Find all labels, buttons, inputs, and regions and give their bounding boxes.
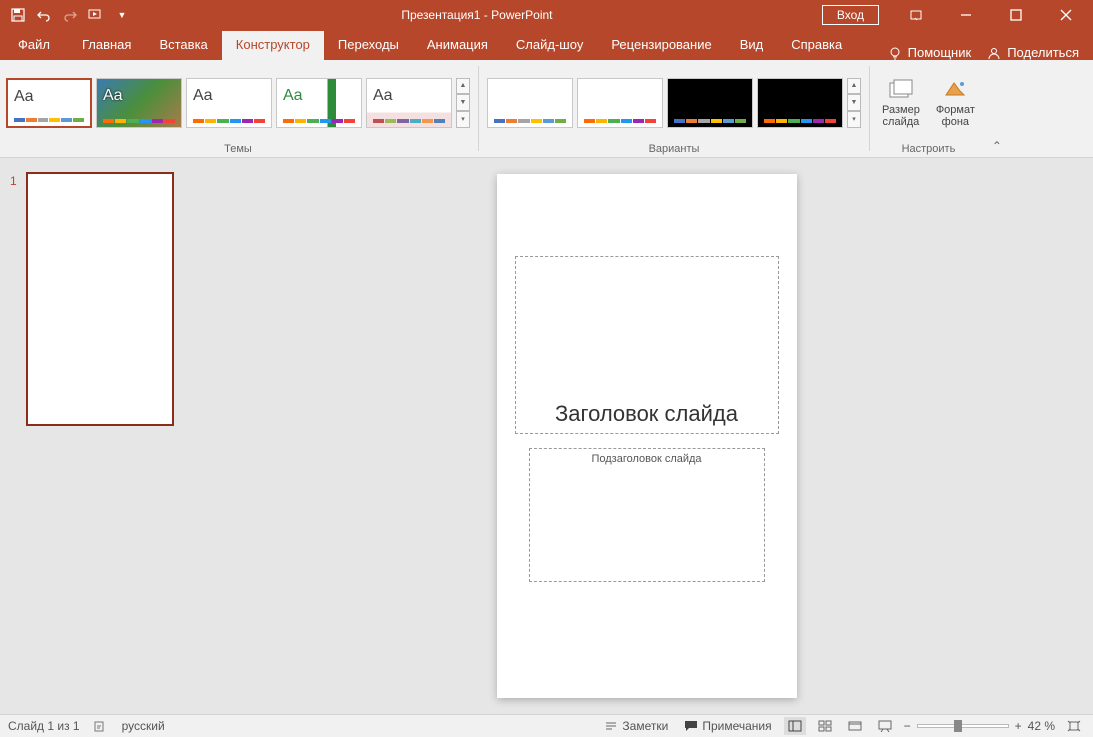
- theme-swatch: [193, 119, 265, 123]
- login-button[interactable]: Вход: [822, 5, 879, 25]
- tab-file[interactable]: Файл: [0, 31, 68, 60]
- variant-2[interactable]: [577, 78, 663, 128]
- undo-icon[interactable]: [34, 5, 54, 25]
- format-bg-icon: [941, 78, 969, 102]
- notes-button[interactable]: Заметки: [600, 719, 672, 733]
- tab-review[interactable]: Рецензирование: [597, 31, 725, 60]
- theme-4[interactable]: Aa: [276, 78, 362, 128]
- title-placeholder-text: Заголовок слайда: [555, 401, 738, 427]
- slide-size-icon: [887, 78, 915, 102]
- variants-gallery-scroll: ▲ ▼ ▾: [847, 78, 861, 128]
- comments-icon: [684, 720, 698, 732]
- tab-insert[interactable]: Вставка: [145, 31, 221, 60]
- variant-swatch: [494, 119, 566, 123]
- theme-2[interactable]: Aa: [96, 78, 182, 128]
- themes-gallery-scroll: ▲ ▼ ▾: [456, 78, 470, 128]
- tell-me-button[interactable]: Помощник: [888, 45, 972, 60]
- close-icon[interactable]: [1043, 0, 1089, 30]
- theme-swatch: [103, 119, 175, 123]
- variant-swatch: [674, 119, 746, 123]
- zoom-out-icon[interactable]: −: [904, 719, 911, 733]
- zoom-slider[interactable]: [917, 724, 1009, 728]
- save-icon[interactable]: [8, 5, 28, 25]
- slide-thumbnail-panel[interactable]: 1: [0, 158, 200, 714]
- titlebar: ▼ Презентация1 - PowerPoint Вход: [0, 0, 1093, 30]
- slideshow-view-icon[interactable]: [874, 717, 896, 735]
- lightbulb-icon: [888, 46, 902, 60]
- slide-editor[interactable]: Заголовок слайда Подзаголовок слайда: [200, 158, 1093, 714]
- customize-group-label: Настроить: [878, 141, 979, 155]
- subtitle-placeholder-text: Подзаголовок слайда: [591, 453, 701, 465]
- theme-1[interactable]: Aa: [6, 78, 92, 128]
- thumbnail-number: 1: [10, 172, 20, 188]
- subtitle-placeholder[interactable]: Подзаголовок слайда: [529, 448, 765, 582]
- ribbon-tabs: Файл Главная Вставка Конструктор Переход…: [0, 30, 1093, 60]
- tab-view[interactable]: Вид: [726, 31, 778, 60]
- thumbnail-1[interactable]: 1: [10, 172, 190, 426]
- tab-transitions[interactable]: Переходы: [324, 31, 413, 60]
- separator: [478, 66, 479, 151]
- zoom-handle[interactable]: [954, 720, 962, 732]
- sorter-view-icon[interactable]: [814, 717, 836, 735]
- scroll-up-icon[interactable]: ▲: [847, 78, 861, 95]
- minimize-icon[interactable]: [943, 0, 989, 30]
- separator: [869, 66, 870, 151]
- theme-swatch: [373, 119, 445, 123]
- tab-help[interactable]: Справка: [777, 31, 856, 60]
- theme-swatch: [283, 119, 355, 123]
- variant-4[interactable]: [757, 78, 843, 128]
- theme-3[interactable]: Aa: [186, 78, 272, 128]
- quick-access-toolbar: ▼: [0, 5, 132, 25]
- themes-group-label: Темы: [6, 141, 470, 155]
- theme-swatch: [14, 118, 84, 122]
- variant-1[interactable]: [487, 78, 573, 128]
- ribbon-options-icon[interactable]: [893, 0, 939, 30]
- zoom-level[interactable]: 42 %: [1028, 719, 1055, 733]
- maximize-icon[interactable]: [993, 0, 1039, 30]
- variants-group: ▲ ▼ ▾ Варианты: [481, 60, 867, 157]
- redo-icon[interactable]: [60, 5, 80, 25]
- share-button[interactable]: Поделиться: [987, 45, 1079, 60]
- spellcheck-icon[interactable]: [94, 719, 108, 733]
- collapse-ribbon-icon[interactable]: ⌃: [985, 60, 1009, 157]
- qat-dropdown-icon[interactable]: ▼: [112, 5, 132, 25]
- scroll-up-icon[interactable]: ▲: [456, 78, 470, 95]
- zoom-in-icon[interactable]: +: [1015, 719, 1022, 733]
- start-from-beginning-icon[interactable]: [86, 5, 106, 25]
- scroll-down-icon[interactable]: ▼: [456, 94, 470, 111]
- reading-view-icon[interactable]: [844, 717, 866, 735]
- slide-size-button[interactable]: Размер слайда: [878, 78, 924, 128]
- thumbnail-slide[interactable]: [26, 172, 174, 426]
- gallery-more-icon[interactable]: ▾: [456, 111, 470, 128]
- title-placeholder[interactable]: Заголовок слайда: [515, 256, 779, 434]
- fit-to-window-icon[interactable]: [1063, 717, 1085, 735]
- notes-icon: [604, 720, 618, 732]
- language-label[interactable]: русский: [122, 719, 165, 733]
- variant-3[interactable]: [667, 78, 753, 128]
- zoom-control: − + 42 %: [904, 719, 1055, 733]
- normal-view-icon[interactable]: [784, 717, 806, 735]
- slide-count-label[interactable]: Слайд 1 из 1: [8, 719, 80, 733]
- workspace: 1 Заголовок слайда Подзаголовок слайда: [0, 158, 1093, 714]
- variants-group-label: Варианты: [487, 141, 861, 155]
- window-title: Презентация1 - PowerPoint: [132, 8, 822, 22]
- statusbar: Слайд 1 из 1 русский Заметки Примечания …: [0, 714, 1093, 737]
- comments-button[interactable]: Примечания: [680, 719, 775, 733]
- tab-slideshow[interactable]: Слайд-шоу: [502, 31, 597, 60]
- customize-group: Размер слайда Формат фона Настроить: [872, 60, 985, 157]
- format-background-button[interactable]: Формат фона: [932, 78, 979, 128]
- variant-swatch: [584, 119, 656, 123]
- slide-canvas[interactable]: Заголовок слайда Подзаголовок слайда: [497, 174, 797, 698]
- ribbon-content: Aa Aa Aa Aa Aa ▲ ▼ ▾: [0, 60, 1093, 158]
- variant-swatch: [764, 119, 836, 123]
- scroll-down-icon[interactable]: ▼: [847, 94, 861, 111]
- window-controls: [893, 0, 1093, 30]
- tab-animations[interactable]: Анимация: [413, 31, 502, 60]
- person-icon: [987, 46, 1001, 60]
- theme-5[interactable]: Aa: [366, 78, 452, 128]
- themes-group: Aa Aa Aa Aa Aa ▲ ▼ ▾: [0, 60, 476, 157]
- gallery-more-icon[interactable]: ▾: [847, 111, 861, 128]
- tab-home[interactable]: Главная: [68, 31, 145, 60]
- tab-design[interactable]: Конструктор: [222, 31, 324, 60]
